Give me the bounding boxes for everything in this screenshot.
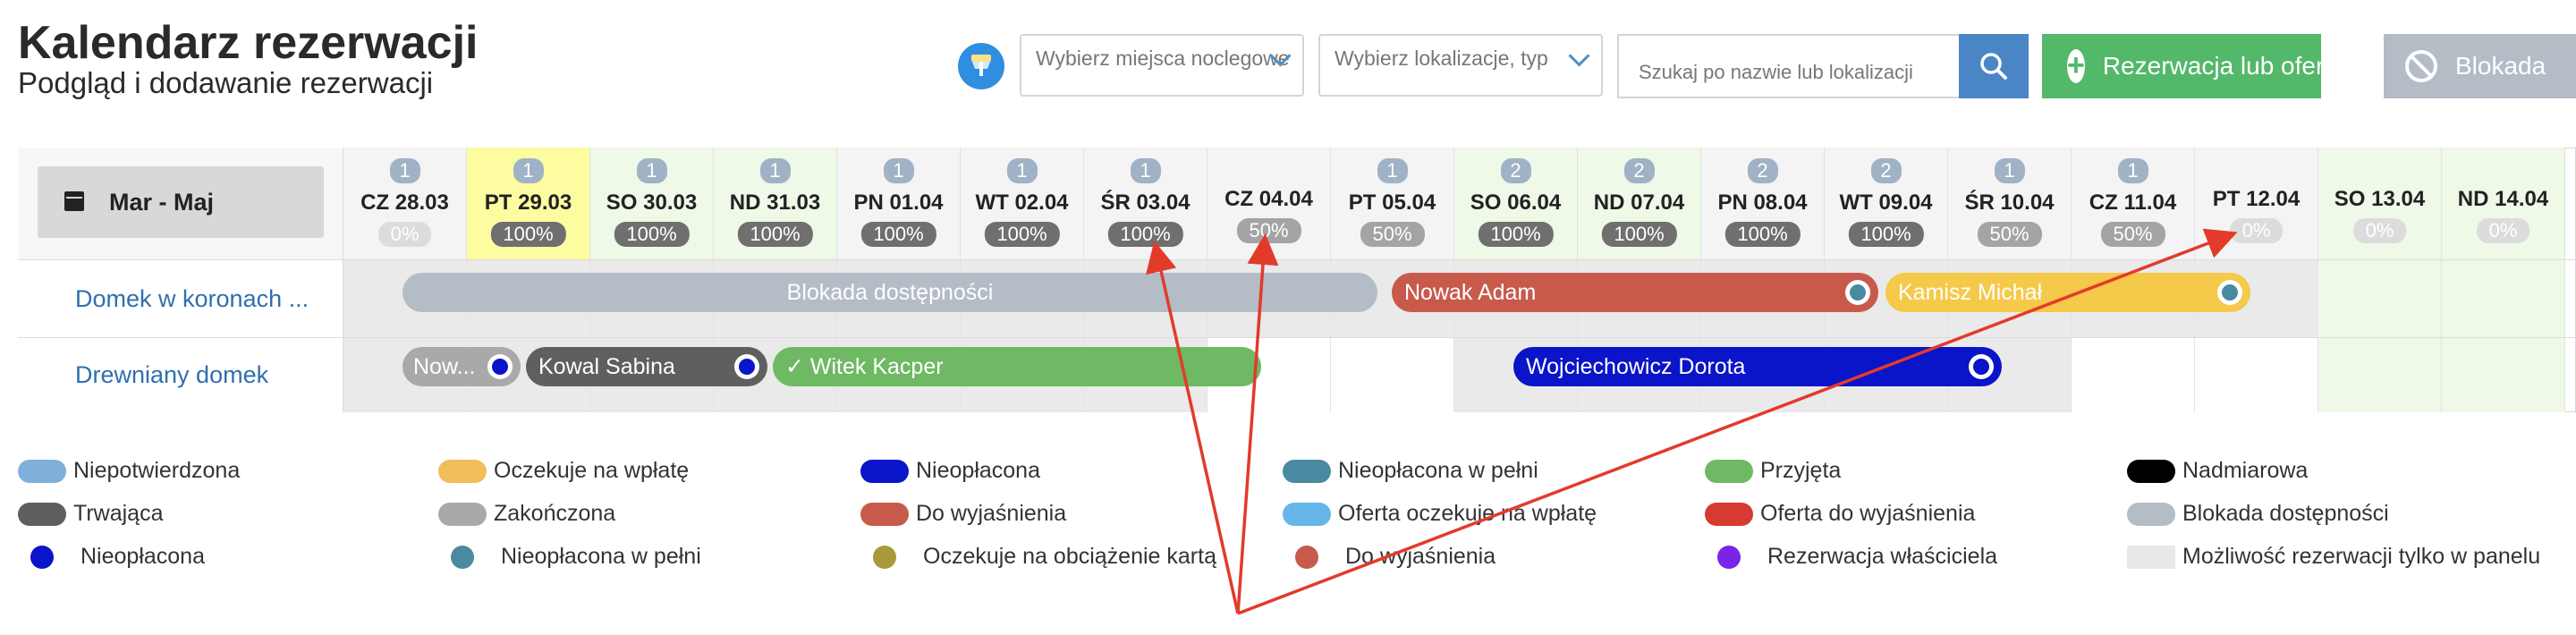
annotation-arrow	[1237, 228, 2238, 615]
annotation-arrow	[1146, 241, 1240, 614]
annotation-arrows	[1146, 228, 2238, 615]
annotation-arrow	[1236, 233, 1279, 614]
